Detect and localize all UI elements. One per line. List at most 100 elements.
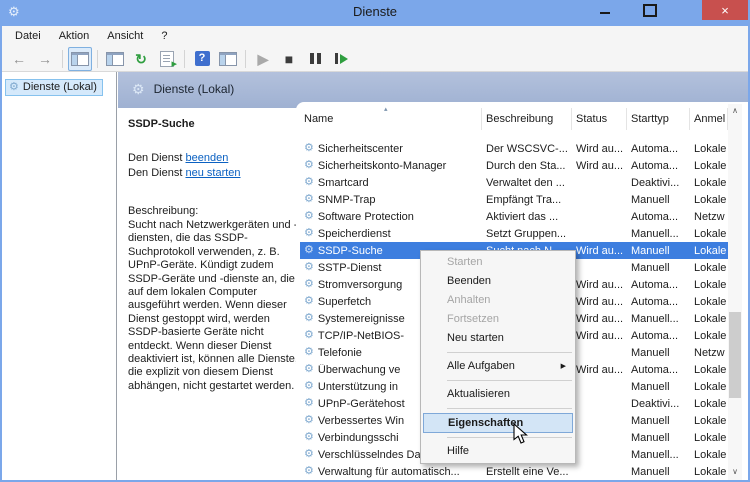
anmelden-cell: Lokale [690,381,728,393]
selected-service-name: SSDP-Suche [128,118,300,130]
pause-service-button[interactable] [303,47,327,71]
context-menu-item-starten[interactable]: Starten [421,253,575,272]
start-service-button[interactable]: ▶ [251,47,275,71]
context-menu-item-neu-starten[interactable]: Neu starten [421,329,575,348]
column-header-beschreibung[interactable]: Beschreibung [482,108,572,130]
menubar-item-ansicht[interactable]: Ansicht [98,26,152,46]
context-menu-item-anhalten[interactable]: Anhalten [421,291,575,310]
status-cell: Wird au... [572,313,627,325]
stop-service-button[interactable]: ■ [277,47,301,71]
service-name: Verbessertes Win [318,415,404,427]
restart-service-icon [335,53,348,64]
service-name: Superfetch [318,296,371,308]
service-name: Smartcard [318,177,369,189]
extended-view-button[interactable] [216,47,240,71]
list-header: NameBeschreibungStatusStarttypAnmel [300,104,728,134]
column-header-starttyp[interactable]: Starttyp [627,108,690,130]
anmelden-cell: Lokale [690,228,728,240]
restart-service-link[interactable]: neu starten [185,167,240,179]
service-name-cell: ⚙ Software Protection [300,211,482,223]
service-gear-icon: ⚙ [304,381,314,392]
menubar-item-aktion[interactable]: Aktion [50,26,99,46]
service-gear-icon: ⚙ [304,228,314,239]
service-gear-icon: ⚙ [304,364,314,375]
starttyp-cell: Manuell [627,245,690,257]
starttyp-cell: Manuell [627,194,690,206]
context-menu-item-hilfe[interactable]: Hilfe [421,442,575,461]
starttyp-cell: Manuell [627,381,690,393]
service-name-cell: ⚙Verwaltung für automatisch... [300,466,482,478]
description-label: Beschreibung: [128,205,300,217]
context-menu-item-eigenschaften[interactable]: Eigenschaften [423,413,573,433]
titlebar[interactable]: ⚙ Dienste × [0,0,750,26]
tree-item-dienste-lokal[interactable]: ⚙ Dienste (Lokal) [5,79,103,96]
service-row[interactable]: ⚙Sicherheitskonto-ManagerDurch den Sta..… [300,157,728,174]
scroll-down-icon[interactable]: ∨ [728,465,742,478]
minimize-button[interactable] [585,0,625,20]
menubar-item-datei[interactable]: Datei [6,26,50,46]
beschreibung-cell: Durch den Sta... [482,160,572,172]
anmelden-cell: Lokale [690,398,728,410]
back-button[interactable]: ← [7,47,31,71]
service-row[interactable]: ⚙Software ProtectionAktiviert das ...Aut… [300,208,728,225]
starttyp-cell: Automa... [627,279,690,291]
stop-prefix: Den Dienst [128,152,185,164]
service-row[interactable]: ⚙Verwaltung für automatisch...Erstellt e… [300,463,728,480]
toolbar-separator [62,50,63,68]
column-header-status[interactable]: Status [572,108,627,130]
close-button[interactable]: × [702,0,748,20]
menu-separator [447,352,572,353]
service-gear-icon: ⚙ [304,466,314,477]
pause-service-icon [310,53,321,64]
restart-service-line: Den Dienst neu starten [128,167,300,179]
scroll-up-icon[interactable]: ∧ [728,104,742,117]
service-gear-icon: ⚙ [304,211,314,222]
service-name: TCP/IP-NetBIOS- [318,330,404,342]
service-row[interactable]: ⚙SNMP-TrapEmpfängt Tra...ManuellLokale [300,191,728,208]
context-menu-item-beenden[interactable]: Beenden [421,272,575,291]
starttyp-cell: Automa... [627,330,690,342]
status-cell: Wird au... [572,143,627,155]
starttyp-cell: Manuell... [627,313,690,325]
context-menu-item-fortsetzen[interactable]: Fortsetzen [421,310,575,329]
service-row[interactable]: ⚙SmartcardVerwaltet den ...Deaktivi...Lo… [300,174,728,191]
column-header-name[interactable]: Name [300,108,482,130]
service-name: Software Protection [318,211,414,223]
toolbar-separator [184,50,185,68]
context-menu-item-aktualisieren[interactable]: Aktualisieren [421,385,575,404]
vertical-scrollbar[interactable]: ∧ ∨ [728,104,742,480]
menu-item-label: Alle Aufgaben [447,360,515,372]
service-gear-icon: ⚙ [304,177,314,188]
maximize-button[interactable] [630,0,670,20]
help-button[interactable]: ? [190,47,214,71]
column-header-anmel[interactable]: Anmel [690,108,728,130]
refresh-button[interactable]: ↻ [129,47,153,71]
service-gear-icon: ⚙ [304,432,314,443]
show-console-tree-button[interactable] [68,47,92,71]
service-name: Überwachung ve [318,364,401,376]
service-name-cell: ⚙Speicherdienst [300,228,482,240]
anmelden-cell: Netzw [690,347,728,359]
restart-prefix: Den Dienst [128,167,185,179]
service-gear-icon: ⚙ [304,194,314,205]
starttyp-cell: Deaktivi... [627,398,690,410]
forward-button[interactable]: → [33,47,57,71]
context-menu-item-alle-aufgaben[interactable]: Alle Aufgaben▶ [421,357,575,376]
starttyp-cell: Automa... [627,296,690,308]
restart-service-button[interactable] [329,47,353,71]
toolbar-separator [245,50,246,68]
starttyp-cell: Automa... [627,143,690,155]
stop-service-link[interactable]: beenden [185,152,228,164]
scrollbar-thumb[interactable] [729,312,741,398]
properties-window-button[interactable] [103,47,127,71]
menu-item-label: Anhalten [447,294,490,306]
service-gear-icon: ⚙ [304,160,314,171]
service-gear-icon: ⚙ [304,330,314,341]
properties-window-icon [106,52,124,66]
menu-item-label: Hilfe [447,445,469,457]
service-row[interactable]: ⚙SpeicherdienstSetzt Gruppen...Manuell..… [300,225,728,242]
menubar-item-help[interactable]: ? [152,26,176,46]
service-detail-panel: SSDP-Suche Den Dienst beenden Den Dienst… [128,118,300,393]
service-row[interactable]: ⚙SicherheitscenterDer WSCSVC-...Wird au.… [300,140,728,157]
export-list-button[interactable]: ▸ [155,47,179,71]
